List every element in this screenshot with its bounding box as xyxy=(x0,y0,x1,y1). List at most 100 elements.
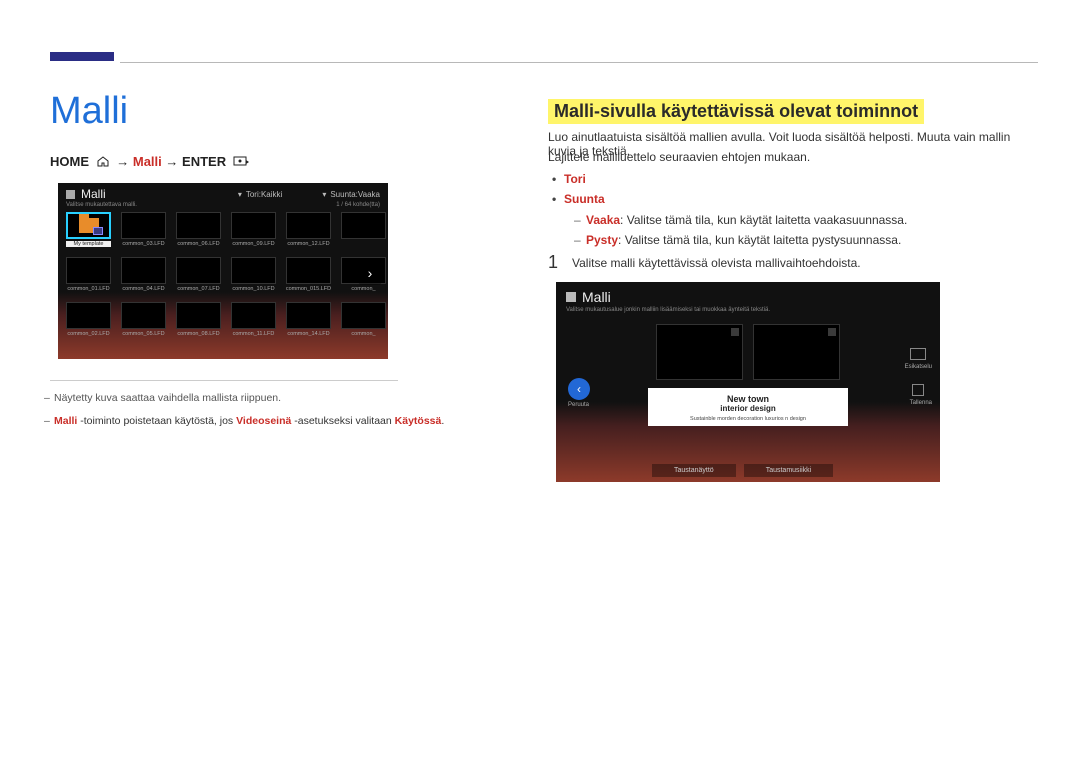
editor-logo-icon xyxy=(566,292,576,302)
editor-text-card[interactable]: New town interior design Sustainble mord… xyxy=(648,388,848,426)
note-videowall: Malli -toiminto poistetaan käytöstä, jos… xyxy=(54,415,444,427)
template-thumb[interactable]: My template xyxy=(64,212,113,254)
thumb-image xyxy=(286,212,331,239)
thumb-caption: common_09.LFD xyxy=(232,241,274,247)
thumb-caption: common_01.LFD xyxy=(67,286,109,292)
editor-title: Malli xyxy=(582,289,611,305)
thumb-image xyxy=(176,302,221,329)
tab-background[interactable]: Taustanäyttö xyxy=(652,464,736,477)
bullet-suunta: Suunta xyxy=(564,192,605,206)
filter-suunta-label: Suunta:Vaaka xyxy=(330,190,380,199)
thumb-caption: common_07.LFD xyxy=(177,286,219,292)
subbullet-vaaka-text: : Valitse tämä tila, kun käytät laitetta… xyxy=(620,213,907,227)
editor-thumb-1[interactable] xyxy=(656,324,743,380)
template-thumb[interactable]: common_01.LFD xyxy=(64,257,113,299)
gallery-header: Malli ▾ Tori:Kaikki ▾ Suunta:Vaaka xyxy=(58,183,388,202)
note-accent-videoseina: Videoseinä xyxy=(236,415,291,427)
thumb-image xyxy=(176,212,221,239)
back-label: Peruuta xyxy=(568,402,589,408)
back-button[interactable]: ‹ xyxy=(568,378,590,400)
thumb-caption: common_ xyxy=(351,331,375,337)
filter-tori-label: Tori:Kaikki xyxy=(246,190,282,199)
gallery-grid: My templatecommon_03.LFDcommon_06.LFDcom… xyxy=(58,210,388,346)
editor-subtitle: Valitse mukautusalue jonkin malliin lisä… xyxy=(556,307,940,317)
subbullet-vaaka-label: Vaaka xyxy=(586,213,620,227)
note-text: -asetukseksi valitaan xyxy=(291,415,394,427)
thumb-image xyxy=(121,257,166,284)
template-thumb[interactable]: common_ xyxy=(339,302,388,344)
note-image-varies: Näytetty kuva saattaa vaihdella mallista… xyxy=(54,392,281,404)
page-rule xyxy=(120,62,1038,63)
template-thumb[interactable]: common_03.LFD xyxy=(119,212,168,254)
card-subtitle: interior design xyxy=(652,404,844,413)
thumb-image xyxy=(66,302,111,329)
step-number: 1 xyxy=(548,252,558,273)
note-text: -toiminto poistetaan käytöstä, jos xyxy=(77,415,236,427)
thumb-caption: common_05.LFD xyxy=(122,331,164,337)
filter-tori[interactable]: ▾ Tori:Kaikki xyxy=(238,190,282,199)
template-thumb[interactable]: common_02.LFD xyxy=(64,302,113,344)
editor-header: Malli xyxy=(556,282,940,307)
editor-tabs: Taustanäyttö Taustamusiikki xyxy=(652,464,833,477)
template-thumb[interactable] xyxy=(339,212,388,254)
bullet-tori: Tori xyxy=(564,172,586,186)
thumb-image xyxy=(286,302,331,329)
template-thumb[interactable]: common_11.LFD xyxy=(229,302,278,344)
thumb-image xyxy=(66,257,111,284)
thumb-image xyxy=(231,212,276,239)
thumb-caption: common_04.LFD xyxy=(122,286,164,292)
note-accent-malli: Malli xyxy=(54,415,77,427)
section-heading: Malli-sivulla käytettävissä olevat toimi… xyxy=(548,99,924,124)
save-label: Tallenna xyxy=(910,400,932,406)
template-thumb[interactable]: common_14.LFD xyxy=(284,302,333,344)
chevron-right-icon: › xyxy=(368,265,373,281)
breadcrumb-malli: Malli xyxy=(133,154,162,169)
thumb-image xyxy=(176,257,221,284)
subbullet-pysty: Pysty: Valitse tämä tila, kun käytät lai… xyxy=(586,233,901,247)
template-gallery-screenshot: Malli ▾ Tori:Kaikki ▾ Suunta:Vaaka Valit… xyxy=(58,183,388,359)
editor-thumb-2[interactable] xyxy=(753,324,840,380)
thumb-caption: common_015.LFD xyxy=(286,286,331,292)
thumb-caption: common_14.LFD xyxy=(287,331,329,337)
thumb-mark-icon xyxy=(731,328,739,336)
breadcrumb: HOME → Malli → ENTER xyxy=(50,154,252,170)
template-thumb[interactable]: common_08.LFD xyxy=(174,302,223,344)
gallery-title: Malli xyxy=(81,187,106,201)
tab-music[interactable]: Taustamusiikki xyxy=(744,464,834,477)
template-thumb[interactable]: common_07.LFD xyxy=(174,257,223,299)
thumb-image xyxy=(231,257,276,284)
template-thumb[interactable]: common_09.LFD xyxy=(229,212,278,254)
save-button[interactable] xyxy=(912,384,924,396)
thumb-image xyxy=(341,302,386,329)
template-thumb[interactable]: common_06.LFD xyxy=(174,212,223,254)
gallery-subtitle-row: Valitse mukautettava malli. 1 / 64 kohde… xyxy=(58,202,388,210)
breadcrumb-arrow: → xyxy=(116,154,129,169)
subbullet-vaaka: Vaaka: Valitse tämä tila, kun käytät lai… xyxy=(586,213,907,227)
thumb-caption: My template xyxy=(66,241,111,247)
breadcrumb-arrow: → xyxy=(165,154,178,169)
step-text: Valitse malli käytettävissä olevista mal… xyxy=(572,256,861,270)
preview-button[interactable] xyxy=(910,348,926,360)
thumb-caption: common_10.LFD xyxy=(232,286,274,292)
template-thumb[interactable]: common_12.LFD xyxy=(284,212,333,254)
thumb-image xyxy=(286,257,331,284)
thumb-image xyxy=(66,212,111,239)
template-thumb[interactable]: common_015.LFD xyxy=(284,257,333,299)
thumb-image xyxy=(121,212,166,239)
template-thumb[interactable]: common_05.LFD xyxy=(119,302,168,344)
preview-label: Esikatselu xyxy=(905,364,932,370)
breadcrumb-home: HOME xyxy=(50,154,89,169)
chevron-down-icon: ▾ xyxy=(322,190,326,199)
subbullet-pysty-text: : Valitse tämä tila, kun käytät laitetta… xyxy=(618,233,901,247)
note-accent-kaytossa: Käytössä xyxy=(395,415,442,427)
thumb-caption: common_02.LFD xyxy=(67,331,109,337)
template-thumb[interactable]: common_04.LFD xyxy=(119,257,168,299)
template-thumb[interactable]: common_10.LFD xyxy=(229,257,278,299)
filter-suunta[interactable]: ▾ Suunta:Vaaka xyxy=(322,190,380,199)
thumb-caption: common_03.LFD xyxy=(122,241,164,247)
gallery-next-button[interactable]: › xyxy=(358,261,382,285)
editor-content: New town interior design Sustainble mord… xyxy=(626,324,870,472)
chevron-down-icon: ▾ xyxy=(238,190,242,199)
note-text: . xyxy=(441,415,444,427)
notes-divider xyxy=(50,380,398,381)
